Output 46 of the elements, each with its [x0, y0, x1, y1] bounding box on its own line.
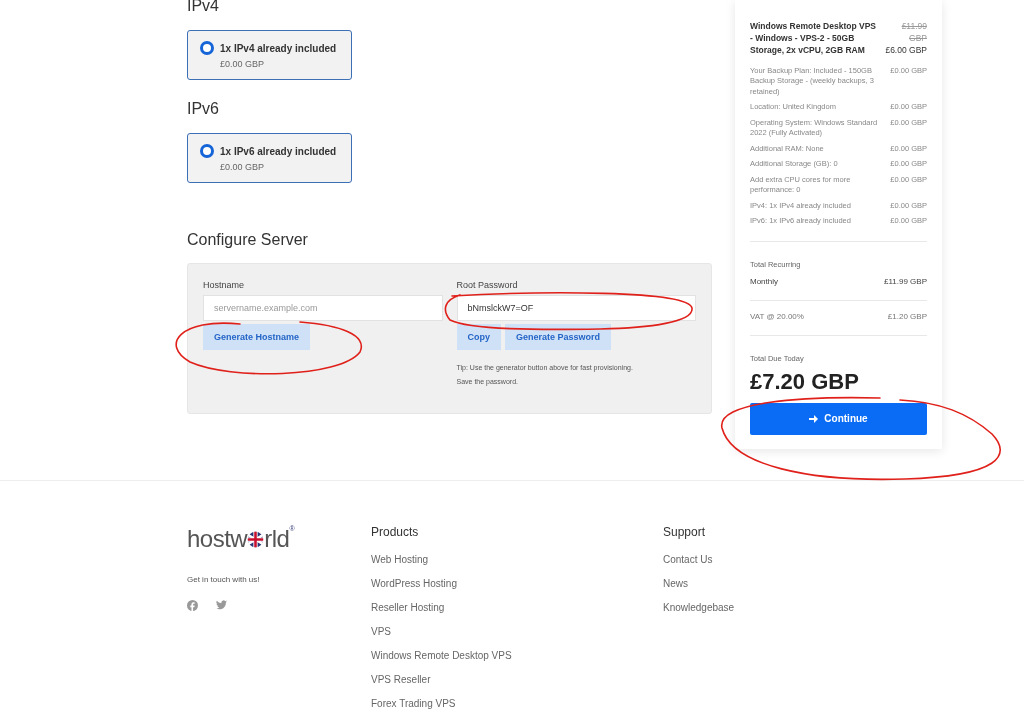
section-heading: Configure Server	[187, 231, 309, 249]
facebook-icon[interactable]	[187, 600, 198, 611]
footer-heading: Support	[663, 525, 707, 539]
radio-option[interactable]: 1x IPv6 already included £0.00 GBP	[187, 133, 352, 183]
option-label: 1x IPv4 already included	[220, 42, 338, 54]
radio-icon	[200, 144, 214, 158]
vat-price: £1.20 GBP	[887, 311, 927, 321]
tagline: Get in touch with us!	[187, 575, 261, 584]
flag-globe-icon	[247, 530, 265, 548]
recurring-price: £11.99 GBP	[884, 276, 927, 286]
footer-link[interactable]: VPS	[371, 625, 663, 639]
generate-button[interactable]: Generate Hostname	[203, 324, 311, 350]
period-label: Monthly	[750, 276, 778, 286]
option-price: £0.00 GBP	[220, 162, 266, 172]
continue-button[interactable]: Continue	[750, 402, 927, 435]
old-price: £11.99 GBP	[900, 21, 927, 45]
generate-button[interactable]: Generate Password	[505, 324, 612, 350]
section-heading: IPv4	[187, 0, 220, 15]
total-price: £7.20 GBP	[750, 368, 860, 395]
product-name: Windows Remote Desktop VPS - Windows - VPS-2 - 50GB Storage, 2x vCPU, 2GB RAM	[750, 21, 878, 57]
radio-option[interactable]: 1x IPv4 already included £0.00 GBP	[187, 30, 352, 80]
radio-icon	[200, 41, 214, 55]
footer-link[interactable]: Knowledgebase	[663, 601, 955, 615]
footer-link[interactable]: Windows Remote Desktop VPS	[371, 649, 663, 663]
footer-link[interactable]: Web Hosting	[371, 553, 663, 567]
field-label: Hostname	[203, 280, 246, 290]
item-price: £6.00 GBP	[885, 44, 927, 57]
footer-link[interactable]: Contact Us	[663, 553, 955, 567]
option-label: 1x IPv6 already included	[220, 145, 338, 157]
hostname-field[interactable]: servername.example.com	[203, 295, 443, 321]
footer-link[interactable]: Forex Trading VPS	[371, 697, 663, 711]
footer-link[interactable]: Reseller Hosting	[371, 601, 663, 615]
field-label: Root Password	[456, 280, 519, 290]
password-field[interactable]: bNmslckW7=OF	[456, 295, 696, 321]
logo-text: rld	[264, 525, 290, 553]
footer-link[interactable]: VPS Reseller	[371, 673, 663, 687]
option-price: £0.00 GBP	[220, 59, 266, 69]
footer-link[interactable]: WordPress Hosting	[371, 577, 663, 591]
footer-heading: Products	[371, 525, 420, 539]
logo-text: hostw	[187, 525, 248, 553]
vat-label: VAT @ 20.00%	[750, 311, 804, 321]
arrow-icon	[809, 414, 819, 423]
section-heading: IPv6	[187, 100, 220, 118]
twitter-icon[interactable]	[216, 600, 227, 610]
footer-link[interactable]: News	[663, 577, 955, 591]
copy-button[interactable]: Copy	[456, 324, 501, 350]
